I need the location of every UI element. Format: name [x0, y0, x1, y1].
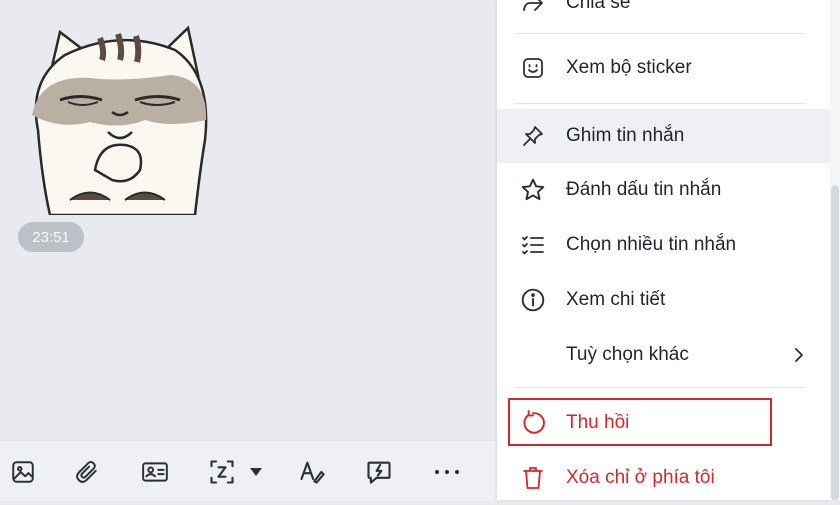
menu-item-label: Chia sẻ: [566, 0, 631, 13]
menu-divider: [515, 387, 805, 388]
attachment-icon[interactable]: [72, 457, 102, 487]
more-icon[interactable]: [432, 457, 462, 487]
menu-item-share[interactable]: Chia sẻ: [497, 0, 830, 30]
menu-item-label: Chọn nhiều tin nhắn: [566, 234, 737, 255]
menu-divider: [515, 103, 805, 104]
text-format-icon[interactable]: [297, 457, 327, 487]
menu-item-label: Xóa chỉ ở phía tôi: [566, 467, 715, 488]
menu-item-mark-message[interactable]: Đánh dấu tin nhắn: [497, 163, 830, 217]
screenshot-icon[interactable]: [207, 457, 237, 487]
multi-select-icon: [519, 231, 547, 259]
menu-item-label: Đánh dấu tin nhắn: [566, 179, 722, 200]
menu-item-label: Xem chi tiết: [566, 289, 666, 310]
menu-item-pin-message[interactable]: Ghim tin nhắn: [497, 109, 830, 163]
cat-sticker-image[interactable]: [20, 20, 220, 215]
info-icon: [519, 286, 547, 314]
chevron-right-icon: [785, 341, 813, 369]
menu-item-label: Xem bộ sticker: [566, 57, 692, 78]
chat-area: 23:51: [0, 0, 500, 440]
contact-card-icon[interactable]: [140, 457, 170, 487]
chat-toolbar: [0, 440, 500, 501]
menu-item-label: Tuỳ chọn khác: [566, 344, 689, 365]
image-icon[interactable]: [8, 457, 38, 487]
chevron-down-icon[interactable]: [245, 457, 267, 487]
menu-item-view-sticker-set[interactable]: Xem bộ sticker: [497, 41, 830, 95]
menu-item-more-options[interactable]: Tuỳ chọn khác: [497, 328, 830, 382]
message-timestamp: 23:51: [18, 222, 84, 252]
menu-item-label: Ghim tin nhắn: [566, 125, 685, 146]
menu-divider: [515, 33, 805, 34]
menu-item-select-multiple[interactable]: Chọn nhiều tin nhắn: [497, 218, 830, 272]
sticker-icon: [519, 54, 547, 82]
quick-message-icon[interactable]: [364, 457, 394, 487]
menu-item-view-details[interactable]: Xem chi tiết: [497, 273, 830, 327]
recall-highlight-box: [508, 398, 772, 446]
share-icon: [519, 0, 547, 17]
trash-icon: [519, 464, 547, 492]
star-icon: [519, 176, 547, 204]
menu-scrollbar-thumb[interactable]: [831, 185, 839, 500]
pin-icon: [519, 122, 547, 150]
menu-item-delete-for-me[interactable]: Xóa chỉ ở phía tôi: [497, 451, 830, 505]
